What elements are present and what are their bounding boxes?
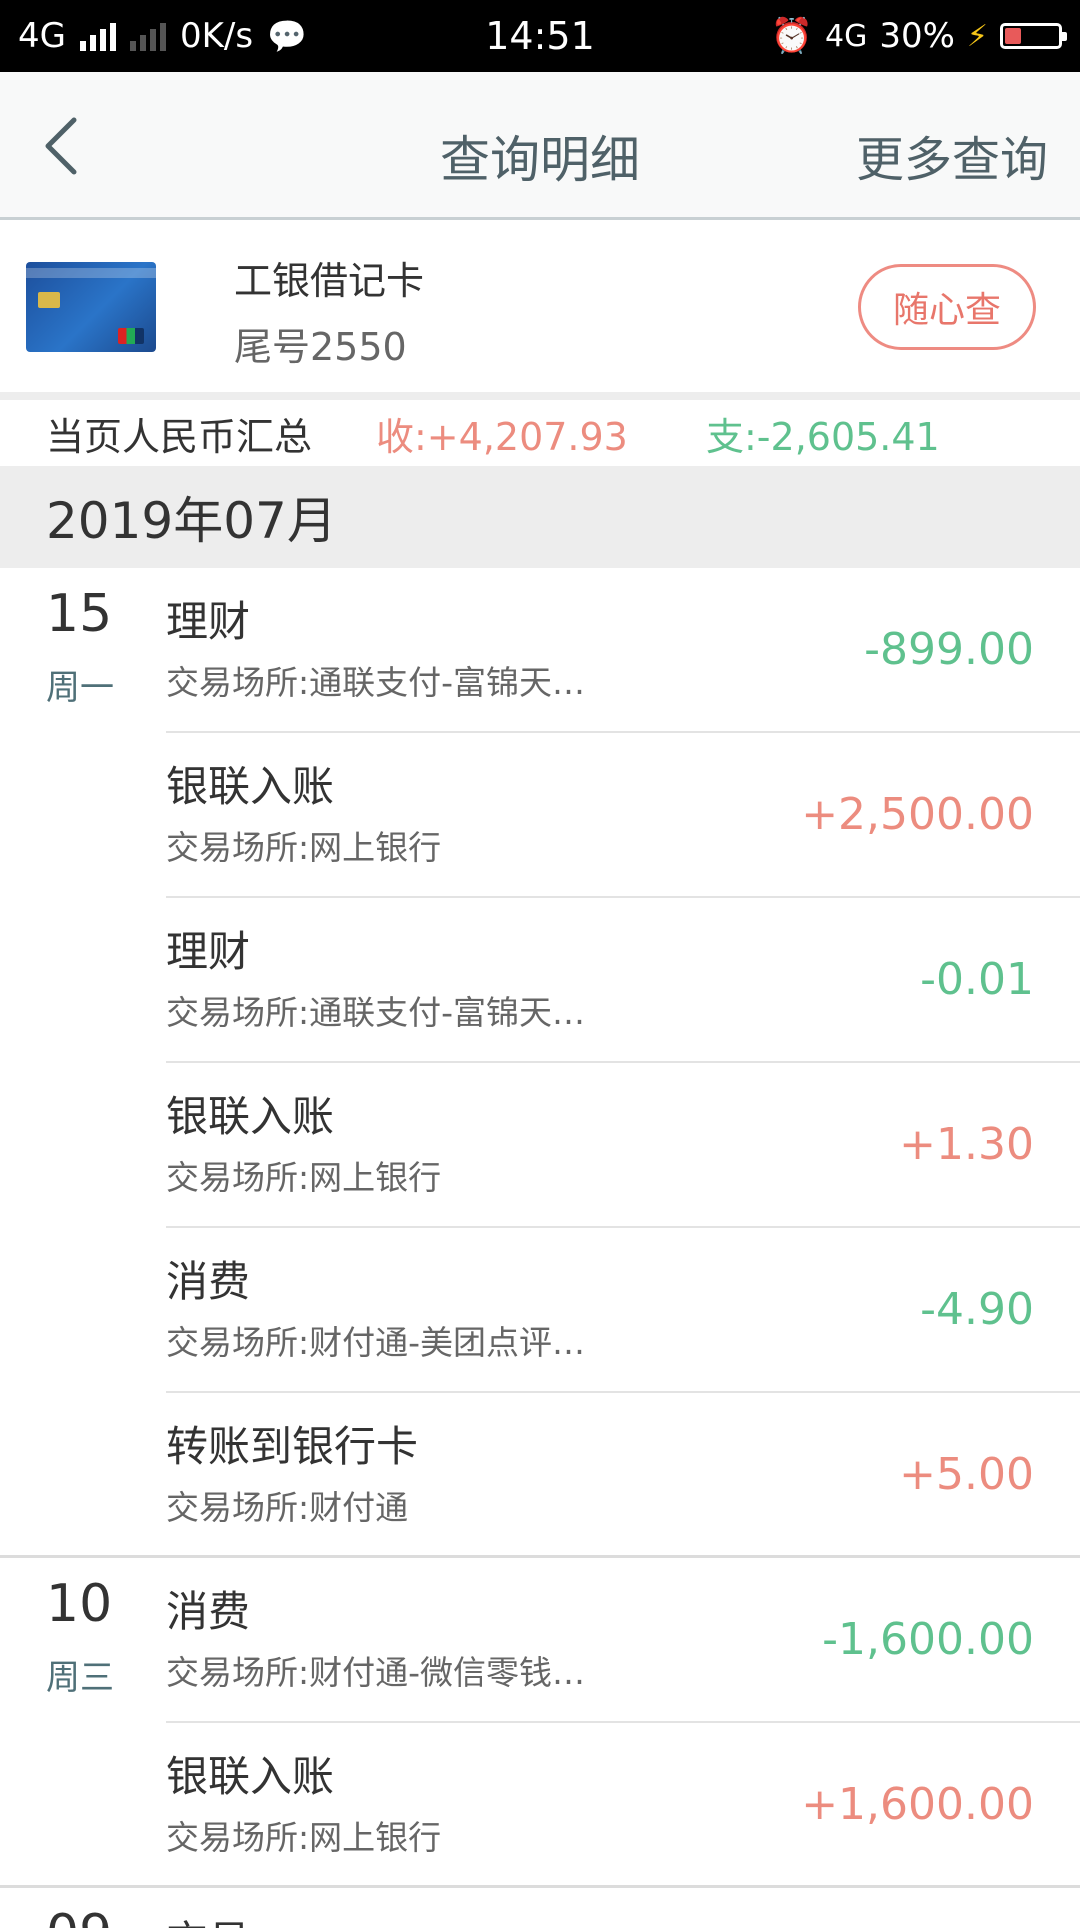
nav-bar: 查询明细 更多查询 bbox=[0, 72, 1080, 220]
tx-amount: +2,500.00 bbox=[801, 789, 1034, 840]
account-name: 工银借记卡 bbox=[234, 259, 425, 303]
tx-type: 消费 bbox=[166, 1257, 251, 1306]
transaction-row[interactable]: 银联入账 交易场所:网上银行 +1.30 bbox=[0, 1063, 1080, 1228]
signal-icon-secondary bbox=[129, 21, 166, 51]
tx-type: 消费 bbox=[166, 1587, 251, 1636]
summary-expense: 支:-2,605.41 bbox=[706, 414, 940, 459]
transaction-row[interactable]: 转账到银行卡 交易场所:财付通 +5.00 bbox=[0, 1393, 1080, 1558]
transaction-list: 15 周一 理财 交易场所:通联支付-富锦天… -899.00 银联入账 交易场… bbox=[0, 568, 1080, 1928]
transaction-row[interactable]: 10 周三 消费 交易场所:财付通-微信零钱… -1,600.00 bbox=[0, 1558, 1080, 1723]
tx-type: 银联入账 bbox=[166, 1092, 335, 1141]
transaction-row-partial[interactable]: 09 交易 bbox=[0, 1888, 1080, 1928]
tx-type: 交易 bbox=[166, 1908, 250, 1928]
transaction-row[interactable]: 理财 交易场所:通联支付-富锦天… -0.01 bbox=[0, 898, 1080, 1063]
tx-place: 交易场所:网上银行 bbox=[166, 1158, 442, 1197]
summary-label: 当页人民币汇总 bbox=[46, 414, 313, 459]
bank-card-image bbox=[26, 262, 156, 352]
summary-income: 收:+4,207.93 bbox=[376, 414, 628, 459]
tx-weekday: 周一 bbox=[46, 668, 114, 708]
tx-amount: +5.00 bbox=[899, 1449, 1034, 1500]
tx-place: 交易场所:财付通-美团点评… bbox=[166, 1323, 586, 1362]
month-header: 2019年07月 bbox=[0, 466, 1080, 568]
tx-type: 银联入账 bbox=[166, 1752, 335, 1801]
battery-icon bbox=[1000, 23, 1067, 49]
status-left: 4G 0K/s 💬 bbox=[18, 16, 307, 56]
tx-place: 交易场所:网上银行 bbox=[166, 1818, 442, 1857]
tx-day: 15 bbox=[46, 584, 113, 644]
tx-type: 银联入账 bbox=[166, 762, 335, 811]
battery-percent: 30% bbox=[879, 16, 955, 56]
summary-row: 当页人民币汇总 收:+4,207.93 支:-2,605.41 bbox=[0, 400, 1080, 466]
signal-icon bbox=[79, 21, 116, 51]
quick-query-button[interactable]: 随心查 bbox=[858, 264, 1036, 350]
tx-day: 10 bbox=[46, 1574, 113, 1634]
tx-amount: -1,600.00 bbox=[822, 1614, 1034, 1665]
tx-type: 理财 bbox=[166, 927, 251, 976]
transaction-row[interactable]: 银联入账 交易场所:网上银行 +1,600.00 bbox=[0, 1723, 1080, 1888]
status-bar: 4G 0K/s 💬 14:51 ⏰ 4G 30% ⚡ bbox=[0, 0, 1080, 72]
transaction-row[interactable]: 消费 交易场所:财付通-美团点评… -4.90 bbox=[0, 1228, 1080, 1393]
tx-place: 交易场所:通联支付-富锦天… bbox=[166, 993, 586, 1032]
tx-amount: -4.90 bbox=[920, 1284, 1034, 1335]
tx-type: 转账到银行卡 bbox=[166, 1422, 419, 1471]
account-tail-number: 尾号2550 bbox=[234, 325, 407, 369]
transaction-row[interactable]: 15 周一 理财 交易场所:通联支付-富锦天… -899.00 bbox=[0, 568, 1080, 733]
alarm-icon: ⏰ bbox=[770, 16, 813, 56]
tx-amount: +1.30 bbox=[899, 1119, 1034, 1170]
network-label-2: 4G bbox=[825, 18, 868, 54]
tx-type: 理财 bbox=[166, 597, 251, 646]
transaction-row[interactable]: 银联入账 交易场所:网上银行 +2,500.00 bbox=[0, 733, 1080, 898]
tx-place: 交易场所:财付通-微信零钱… bbox=[166, 1653, 586, 1692]
tx-amount: +1,600.00 bbox=[801, 1779, 1034, 1830]
more-query-button[interactable]: 更多查询 bbox=[856, 120, 1048, 190]
tx-place: 交易场所:财付通 bbox=[166, 1488, 409, 1527]
tx-day: 09 bbox=[46, 1904, 112, 1928]
tx-amount: -899.00 bbox=[864, 624, 1034, 675]
charging-icon: ⚡ bbox=[966, 18, 988, 54]
account-card: 工银借记卡 尾号2550 随心查 bbox=[0, 220, 1080, 400]
status-right: ⏰ 4G 30% ⚡ bbox=[770, 16, 1067, 56]
chat-icon: 💬 bbox=[267, 17, 307, 55]
tx-place: 交易场所:通联支付-富锦天… bbox=[166, 663, 586, 702]
tx-weekday: 周三 bbox=[46, 1658, 114, 1698]
tx-place: 交易场所:网上银行 bbox=[166, 828, 442, 867]
network-speed: 0K/s bbox=[179, 16, 254, 56]
tx-amount: -0.01 bbox=[920, 954, 1034, 1005]
network-label: 4G bbox=[18, 16, 66, 56]
